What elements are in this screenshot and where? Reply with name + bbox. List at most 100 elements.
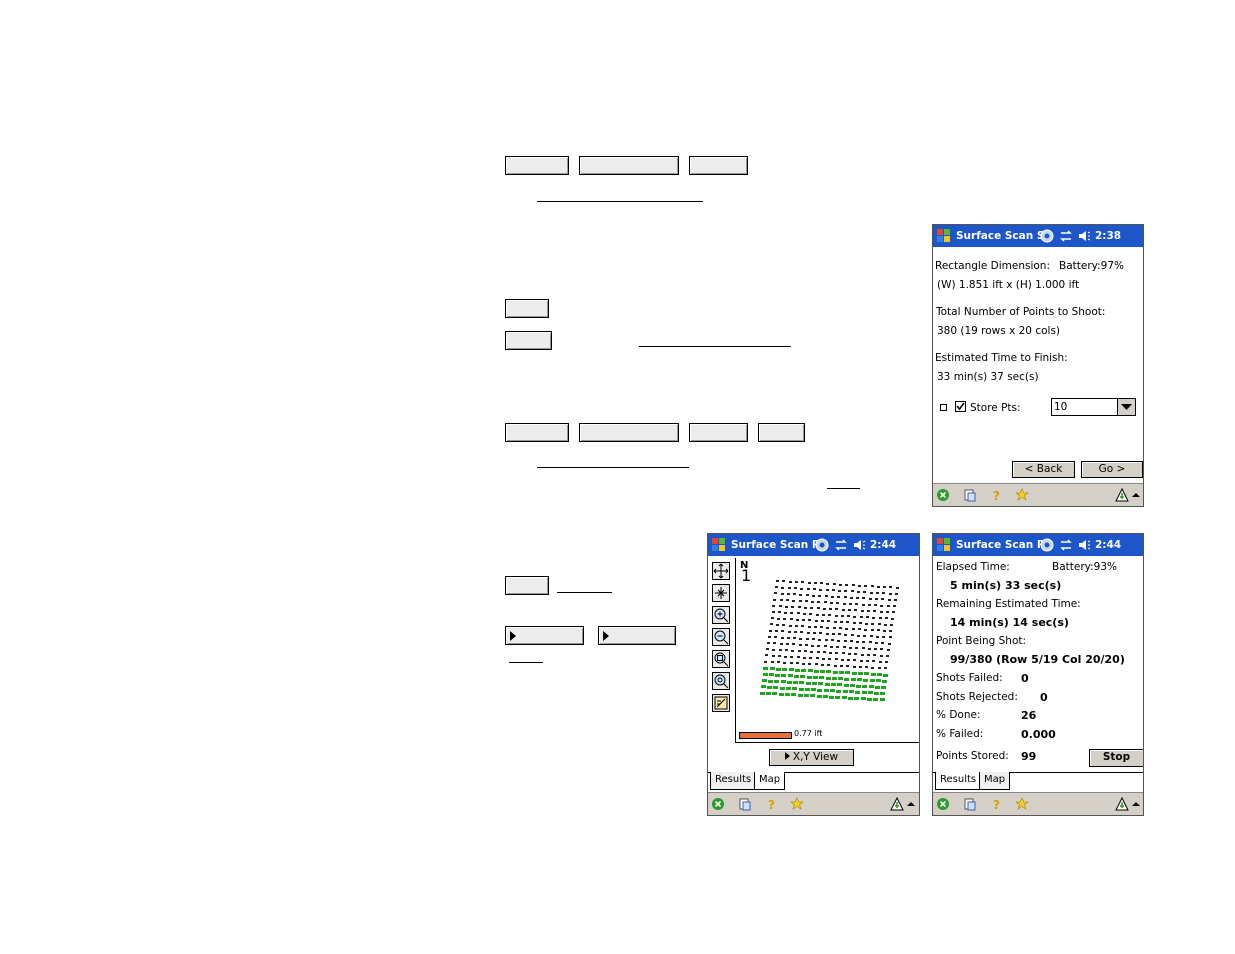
sync-status-icon[interactable] xyxy=(815,538,829,552)
connectivity-icon[interactable] xyxy=(1059,538,1073,552)
doc-expand-button-2[interactable] xyxy=(598,626,676,645)
close-icon[interactable] xyxy=(711,797,725,811)
pending-point xyxy=(883,585,887,588)
zoom-window-button[interactable] xyxy=(712,650,730,668)
done-label: % Done: xyxy=(936,709,981,721)
zoom-in-button[interactable] xyxy=(712,606,730,624)
windows-start-icon[interactable] xyxy=(711,537,727,553)
pending-point xyxy=(776,580,779,582)
close-icon[interactable] xyxy=(936,488,950,502)
pending-point xyxy=(817,644,821,647)
zoom-extents-button[interactable] xyxy=(712,672,730,690)
clock[interactable]: 2:44 xyxy=(870,539,896,551)
doc-button-2[interactable] xyxy=(579,156,679,175)
pending-point xyxy=(852,621,856,624)
pending-point xyxy=(834,614,838,617)
zoom-out-button[interactable] xyxy=(712,628,730,646)
store-pts-select[interactable]: 10 xyxy=(1051,398,1136,416)
scroll-up-icon[interactable] xyxy=(906,797,916,811)
pending-point xyxy=(846,621,850,624)
favorites-star-icon[interactable] xyxy=(1015,488,1029,502)
pending-point xyxy=(836,602,840,605)
tab-results[interactable]: Results xyxy=(935,772,982,790)
menu-bar: ? xyxy=(708,792,919,815)
doc-link-underline-2[interactable] xyxy=(639,346,791,347)
doc-button-4[interactable] xyxy=(505,299,549,318)
pending-point xyxy=(792,643,796,646)
help-icon[interactable]: ? xyxy=(989,488,1003,502)
doc-button-8[interactable] xyxy=(689,423,748,442)
stop-button[interactable]: Stop xyxy=(1089,749,1143,767)
doc-link-underline-1[interactable] xyxy=(537,201,703,202)
connectivity-icon[interactable] xyxy=(1059,229,1073,243)
doc-link-underline-5[interactable] xyxy=(557,592,612,593)
shot-point xyxy=(874,691,880,695)
pending-point xyxy=(805,637,809,640)
pending-point xyxy=(782,624,786,627)
shot-point xyxy=(855,690,861,694)
pending-point xyxy=(887,642,891,645)
windows-start-icon[interactable] xyxy=(936,228,952,244)
window-title: Surface Scan Re xyxy=(731,539,828,551)
shot-point xyxy=(883,673,889,677)
shot-point xyxy=(772,692,778,696)
doc-button-10[interactable] xyxy=(505,576,549,595)
volume-icon[interactable] xyxy=(1077,229,1091,243)
doc-link-underline-3[interactable] xyxy=(537,467,689,468)
tab-map[interactable]: Map xyxy=(754,772,786,790)
doc-button-5[interactable] xyxy=(505,331,552,350)
doc-link-underline-6[interactable] xyxy=(509,662,543,663)
tab-map[interactable]: Map xyxy=(979,772,1011,790)
points-stored-label: Points Stored: xyxy=(936,750,1009,762)
help-icon[interactable]: ? xyxy=(989,797,1003,811)
doc-link-underline-4[interactable] xyxy=(827,488,860,489)
volume-icon[interactable] xyxy=(1077,538,1091,552)
help-icon[interactable]: ? xyxy=(764,797,778,811)
center-tool-button[interactable] xyxy=(712,584,730,602)
doc-button-9[interactable] xyxy=(758,423,805,442)
pending-point xyxy=(783,661,787,664)
map-canvas[interactable]: N 1 0.77 ift xyxy=(735,558,919,743)
pending-point xyxy=(859,659,863,662)
window-title: Surface Scan Re xyxy=(956,539,1053,551)
shot-point xyxy=(845,671,851,675)
doc-expand-button-1[interactable] xyxy=(505,626,584,645)
pending-point xyxy=(792,599,796,602)
input-panel-icon[interactable] xyxy=(1115,488,1129,502)
shot-point xyxy=(799,681,805,685)
tab-results[interactable]: Results xyxy=(710,772,757,790)
doc-button-1[interactable] xyxy=(505,156,569,175)
pending-point xyxy=(772,648,776,651)
clock[interactable]: 2:38 xyxy=(1095,230,1121,242)
xy-view-button[interactable]: X,Y View xyxy=(769,749,854,766)
input-panel-icon[interactable] xyxy=(1115,797,1129,811)
clipboard-icon[interactable] xyxy=(963,488,977,502)
doc-button-6[interactable] xyxy=(505,423,569,442)
go-button[interactable]: Go > xyxy=(1081,461,1143,478)
clipboard-icon[interactable] xyxy=(738,797,752,811)
sync-status-icon[interactable] xyxy=(1040,229,1054,243)
dropdown-arrow-button[interactable] xyxy=(1117,399,1135,415)
favorites-star-icon[interactable] xyxy=(790,797,804,811)
close-icon[interactable] xyxy=(936,797,950,811)
volume-icon[interactable] xyxy=(852,538,866,552)
sync-status-icon[interactable] xyxy=(1040,538,1054,552)
scroll-up-icon[interactable] xyxy=(1131,797,1141,811)
pending-point xyxy=(823,601,827,604)
settings-tool-button[interactable] xyxy=(712,694,730,712)
clipboard-icon[interactable] xyxy=(963,797,977,811)
favorites-star-icon[interactable] xyxy=(1015,797,1029,811)
connectivity-icon[interactable] xyxy=(834,538,848,552)
doc-button-7[interactable] xyxy=(579,423,679,442)
scroll-up-icon[interactable] xyxy=(1131,488,1141,502)
pending-point xyxy=(777,655,781,658)
input-panel-icon[interactable] xyxy=(890,797,904,811)
doc-button-3[interactable] xyxy=(689,156,748,175)
windows-start-icon[interactable] xyxy=(936,537,952,553)
back-button[interactable]: < Back xyxy=(1012,461,1075,478)
store-pts-checkbox[interactable] xyxy=(955,401,966,412)
remaining-value: 14 min(s) 14 sec(s) xyxy=(950,616,1069,629)
clock[interactable]: 2:44 xyxy=(1095,539,1121,551)
shot-point xyxy=(782,667,788,671)
pan-tool-button[interactable] xyxy=(712,562,730,580)
